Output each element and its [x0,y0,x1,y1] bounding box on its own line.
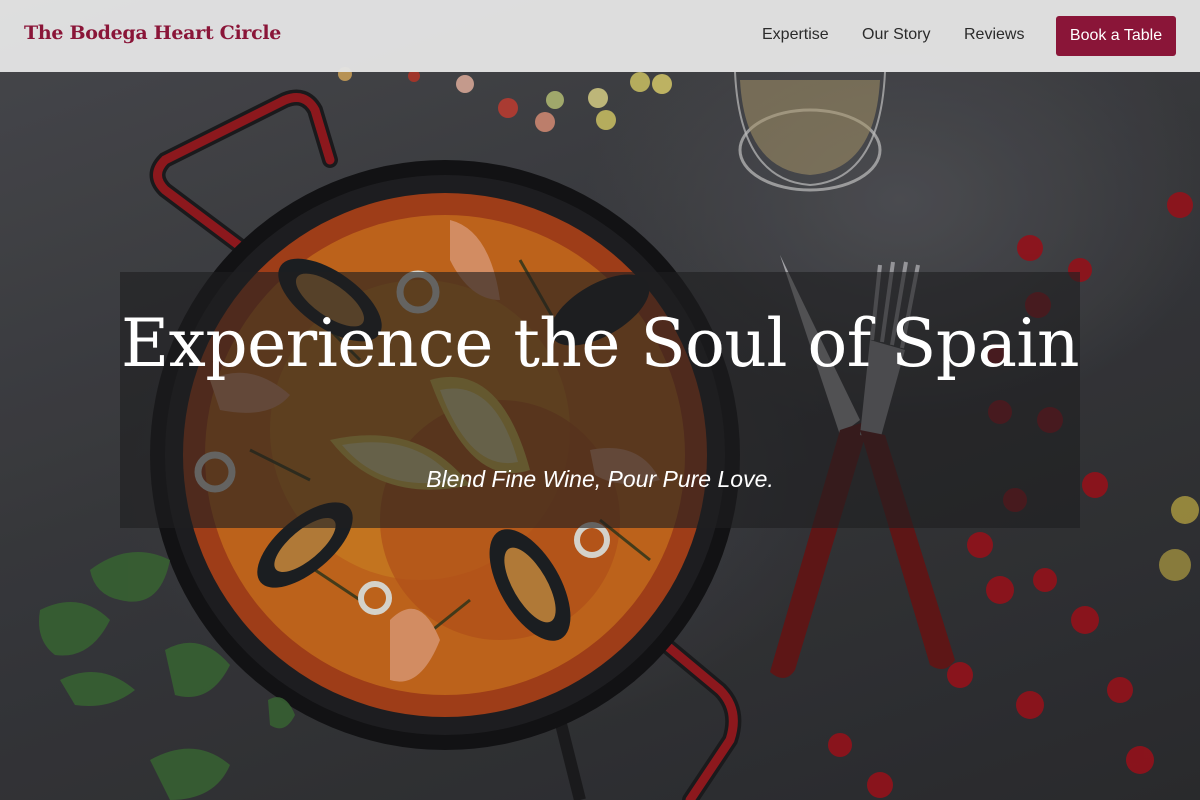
hero-tagline: Blend Fine Wine, Pour Pure Love. [426,466,774,492]
nav-link-expertise[interactable]: Expertise [762,26,829,44]
hero-headline-panel: Experience the Soul of Spain Blend Fine … [120,272,1080,528]
book-a-table-button[interactable]: Book a Table [1056,16,1176,56]
nav-link-our-story[interactable]: Our Story [862,26,930,44]
top-navigation-bar: The Bodega Heart Circle Expertise Our St… [0,0,1200,72]
nav-link-reviews[interactable]: Reviews [964,26,1024,44]
brand-logo-text[interactable]: The Bodega Heart Circle [24,22,281,44]
hero-headline: Experience the Soul of Spain [120,305,1080,382]
